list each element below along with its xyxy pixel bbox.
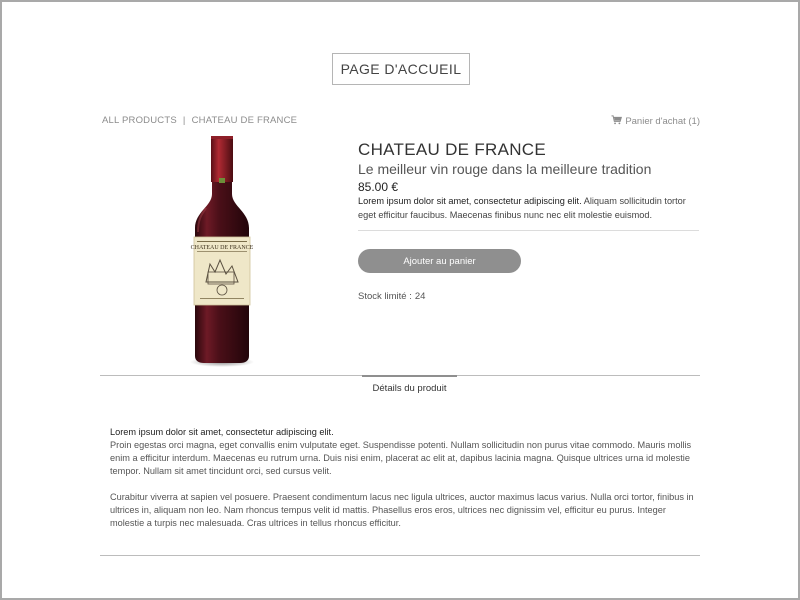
bottle-label-text: CHATEAU DE FRANCE bbox=[191, 245, 254, 251]
tab-product-details[interactable]: Détails du produit bbox=[362, 375, 457, 400]
product-description: Lorem ipsum dolor sit amet, consectetur … bbox=[358, 195, 703, 222]
details-paragraph-2: Curabitur viverra at sapien vel posuere.… bbox=[110, 492, 694, 528]
details-paragraph-1: Proin egestas orci magna, eget convallis… bbox=[110, 440, 692, 476]
product-image: CHATEAU DE FRANCE bbox=[182, 132, 262, 372]
cart-label: Panier d'achat (1) bbox=[625, 116, 700, 127]
stock-separator: : bbox=[409, 291, 412, 302]
stock-value: 24 bbox=[414, 291, 426, 302]
cart-link[interactable]: Panier d'achat (1) bbox=[611, 115, 700, 128]
stock-info: Stock limité :24 bbox=[358, 291, 425, 302]
breadcrumb-separator: | bbox=[182, 115, 186, 126]
cart-icon bbox=[611, 115, 623, 128]
home-page-button[interactable]: PAGE D'ACCUEIL bbox=[332, 53, 470, 85]
breadcrumb: ALL PRODUCTS | CHATEAU DE FRANCE bbox=[102, 115, 297, 126]
breadcrumb-current: CHATEAU DE FRANCE bbox=[191, 115, 298, 126]
details-lead: Lorem ipsum dolor sit amet, consectetur … bbox=[110, 427, 334, 437]
product-description-lead: Lorem ipsum dolor sit amet, consectetur … bbox=[358, 196, 582, 206]
stock-label: Stock limité bbox=[358, 291, 407, 302]
product-subtitle: Le meilleur vin rouge dans la meilleure … bbox=[358, 161, 652, 177]
product-price: 85.00 € bbox=[358, 180, 399, 194]
product-details-content: Lorem ipsum dolor sit amet, consectetur … bbox=[110, 426, 695, 543]
add-to-cart-button[interactable]: Ajouter au panier bbox=[358, 249, 521, 273]
description-divider bbox=[358, 230, 699, 231]
product-title: CHATEAU DE FRANCE bbox=[358, 140, 547, 159]
breadcrumb-all-products[interactable]: ALL PRODUCTS bbox=[102, 115, 177, 126]
bottom-divider bbox=[100, 555, 700, 556]
